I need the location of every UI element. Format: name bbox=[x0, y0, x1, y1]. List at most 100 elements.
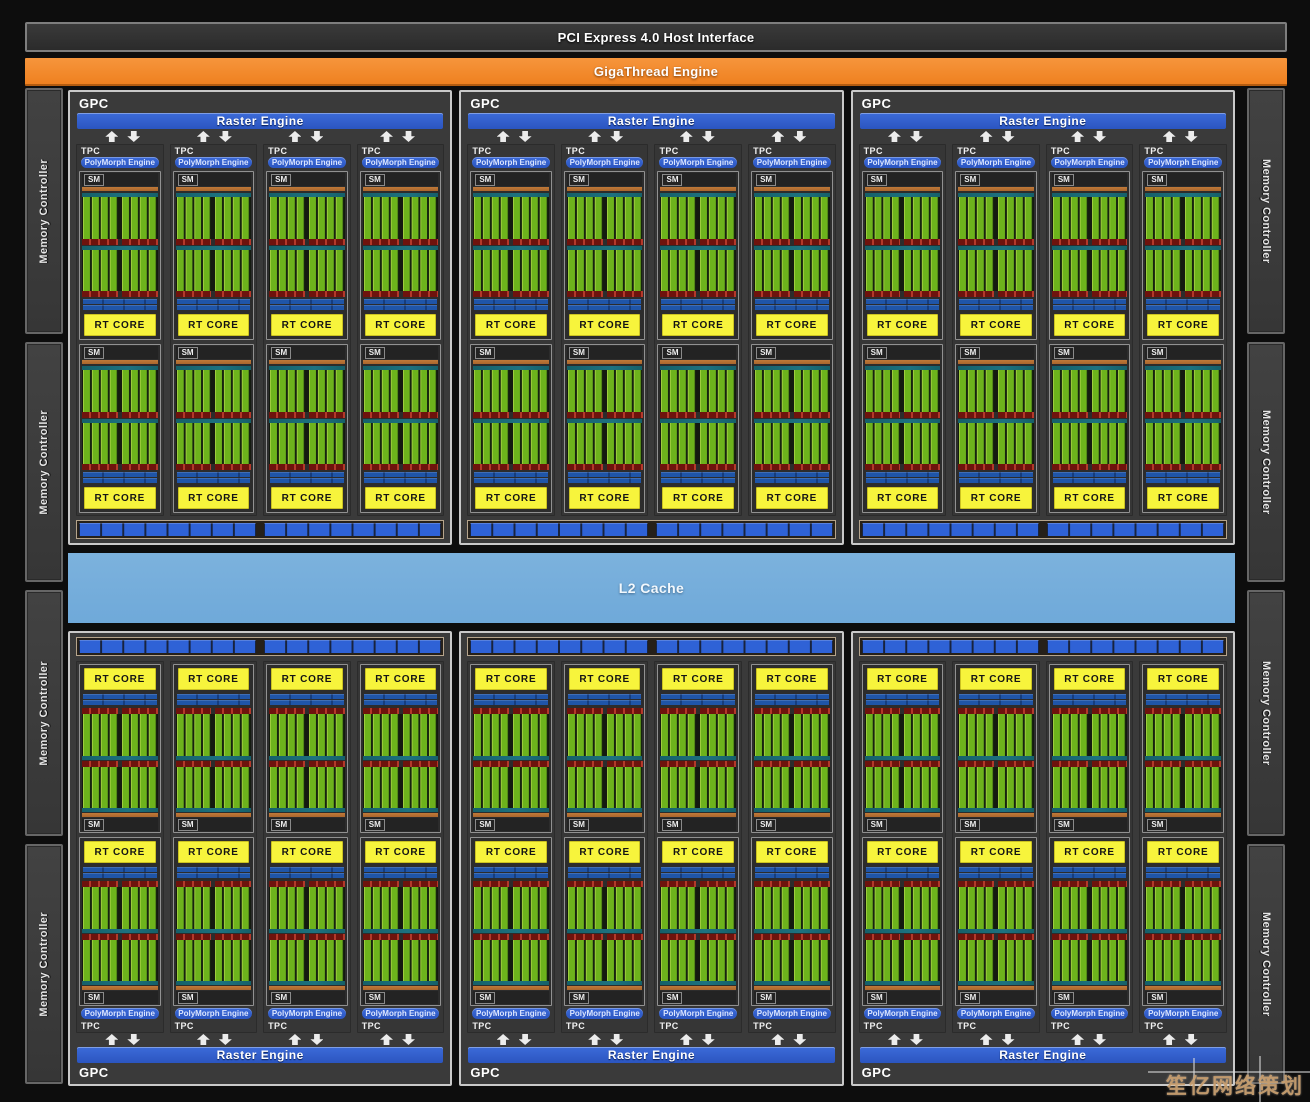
teal-strip bbox=[269, 755, 345, 760]
tensor-strip bbox=[754, 411, 790, 418]
tpc-label: TPC bbox=[1144, 1021, 1164, 1031]
tpc-label: TPC bbox=[863, 1021, 883, 1031]
core-row bbox=[660, 708, 737, 760]
arrow-down-icon bbox=[702, 131, 715, 142]
tensor-strip bbox=[998, 238, 1034, 245]
texture-unit-bar bbox=[363, 478, 438, 483]
rt-core-block: RT CORE bbox=[177, 668, 250, 690]
tensor-strip bbox=[1051, 464, 1088, 470]
texture-unit-bar bbox=[363, 472, 438, 477]
gpc-label: GPC bbox=[470, 1065, 500, 1080]
sm-label: SM bbox=[475, 991, 496, 1004]
cuda-core-block bbox=[660, 939, 737, 981]
cuda-core-group bbox=[904, 422, 940, 464]
polymorph-engine-bar: PolyMorph Engine bbox=[1144, 157, 1222, 168]
sm-header: SM bbox=[362, 346, 439, 359]
sm-scheduler-strip bbox=[1051, 813, 1128, 817]
sm-label: SM bbox=[568, 346, 589, 359]
tensor-strip-row bbox=[269, 238, 345, 245]
sm-scheduler-strip bbox=[1051, 187, 1128, 191]
tensor-strip-row bbox=[958, 464, 1034, 470]
cuda-core-group bbox=[1091, 370, 1127, 412]
sm-header: SM bbox=[82, 818, 158, 831]
rt-core-block: RT CORE bbox=[1147, 314, 1219, 336]
cuda-core-block bbox=[1051, 887, 1128, 929]
cuda-core-block bbox=[754, 197, 830, 239]
cuda-core-group bbox=[661, 766, 697, 808]
cuda-core-block bbox=[566, 249, 643, 291]
sm-header: SM bbox=[362, 818, 439, 831]
sm-label: SM bbox=[568, 173, 589, 186]
arrow-pair bbox=[260, 130, 352, 143]
texture-segment-half bbox=[264, 640, 442, 653]
core-row bbox=[754, 366, 830, 418]
tensor-strip bbox=[566, 411, 603, 418]
cuda-core-group bbox=[176, 197, 212, 239]
texture-unit-bar bbox=[1052, 305, 1127, 310]
cuda-core-group bbox=[402, 766, 438, 808]
tensor-strip-row bbox=[864, 238, 941, 245]
tensor-strip bbox=[402, 464, 439, 470]
sm-block: SM RT CORE bbox=[172, 344, 255, 513]
cuda-core-block bbox=[473, 249, 549, 291]
rt-core-block: RT CORE bbox=[866, 487, 939, 509]
tpc-label: TPC bbox=[659, 1021, 679, 1031]
rt-core-block: RT CORE bbox=[662, 487, 735, 509]
cuda-core-group bbox=[567, 197, 603, 239]
sm-header: SM bbox=[473, 818, 549, 831]
tpc-label: TPC bbox=[472, 146, 492, 156]
polymorph-engine-bar: PolyMorph Engine bbox=[659, 1008, 738, 1019]
rt-core-block: RT CORE bbox=[271, 841, 343, 863]
sm-label: SM bbox=[866, 346, 887, 359]
tensor-strip-row bbox=[175, 464, 252, 470]
sm-label: SM bbox=[1053, 991, 1074, 1004]
cuda-core-block bbox=[660, 197, 737, 239]
cuda-core-group bbox=[700, 939, 736, 981]
polymorph-engine-bar: PolyMorph Engine bbox=[174, 157, 253, 168]
texture-unit-bar bbox=[363, 299, 438, 304]
texture-unit-bars bbox=[959, 866, 1033, 879]
texture-unit-bars bbox=[1052, 298, 1127, 311]
memory-controller-block: Memory Controller bbox=[25, 844, 63, 1084]
cuda-core-group bbox=[793, 249, 829, 291]
arrow-up-icon bbox=[979, 131, 993, 142]
rt-core-block: RT CORE bbox=[756, 314, 828, 336]
tensor-strip bbox=[473, 238, 510, 245]
cuda-core-block bbox=[82, 197, 158, 239]
cuda-core-group bbox=[270, 249, 305, 291]
texture-unit-bars bbox=[176, 693, 251, 706]
sm-block: SM RT CORE bbox=[470, 344, 552, 513]
arrow-pair bbox=[1043, 130, 1135, 143]
core-row bbox=[864, 366, 941, 418]
sm-block: SM RT CORE bbox=[1142, 837, 1224, 1006]
texture-unit-bars bbox=[567, 471, 642, 484]
sm-header: SM bbox=[82, 173, 158, 186]
tensor-strip-row bbox=[566, 238, 643, 245]
teal-strip bbox=[175, 755, 252, 760]
tpc-label: TPC bbox=[81, 146, 101, 156]
cuda-core-group bbox=[176, 887, 212, 929]
core-row bbox=[864, 933, 941, 985]
cuda-core-group bbox=[1091, 939, 1127, 981]
cuda-core-group bbox=[959, 887, 995, 929]
cuda-core-group bbox=[700, 887, 736, 929]
cuda-core-group bbox=[998, 714, 1033, 756]
tensor-strip-row bbox=[958, 238, 1034, 245]
rt-core-block: RT CORE bbox=[1147, 841, 1219, 863]
arrow-pair bbox=[651, 1033, 743, 1046]
cuda-core-block bbox=[175, 887, 252, 929]
teal-strip bbox=[1145, 755, 1221, 760]
memory-controller-block: Memory Controller bbox=[25, 342, 63, 582]
sm-header: SM bbox=[958, 818, 1034, 831]
cuda-core-group bbox=[700, 422, 736, 464]
tensor-strip bbox=[606, 411, 643, 418]
cuda-core-block bbox=[82, 249, 158, 291]
core-row bbox=[362, 708, 439, 760]
memory-controller-block: Memory Controller bbox=[25, 88, 63, 334]
cuda-core-group bbox=[661, 249, 697, 291]
sm-label: SM bbox=[271, 346, 292, 359]
texture-unit-bars bbox=[755, 866, 829, 879]
tensor-strip bbox=[175, 411, 212, 418]
cuda-core-group bbox=[474, 714, 510, 756]
polymorph-engine-bar: PolyMorph Engine bbox=[753, 157, 831, 168]
